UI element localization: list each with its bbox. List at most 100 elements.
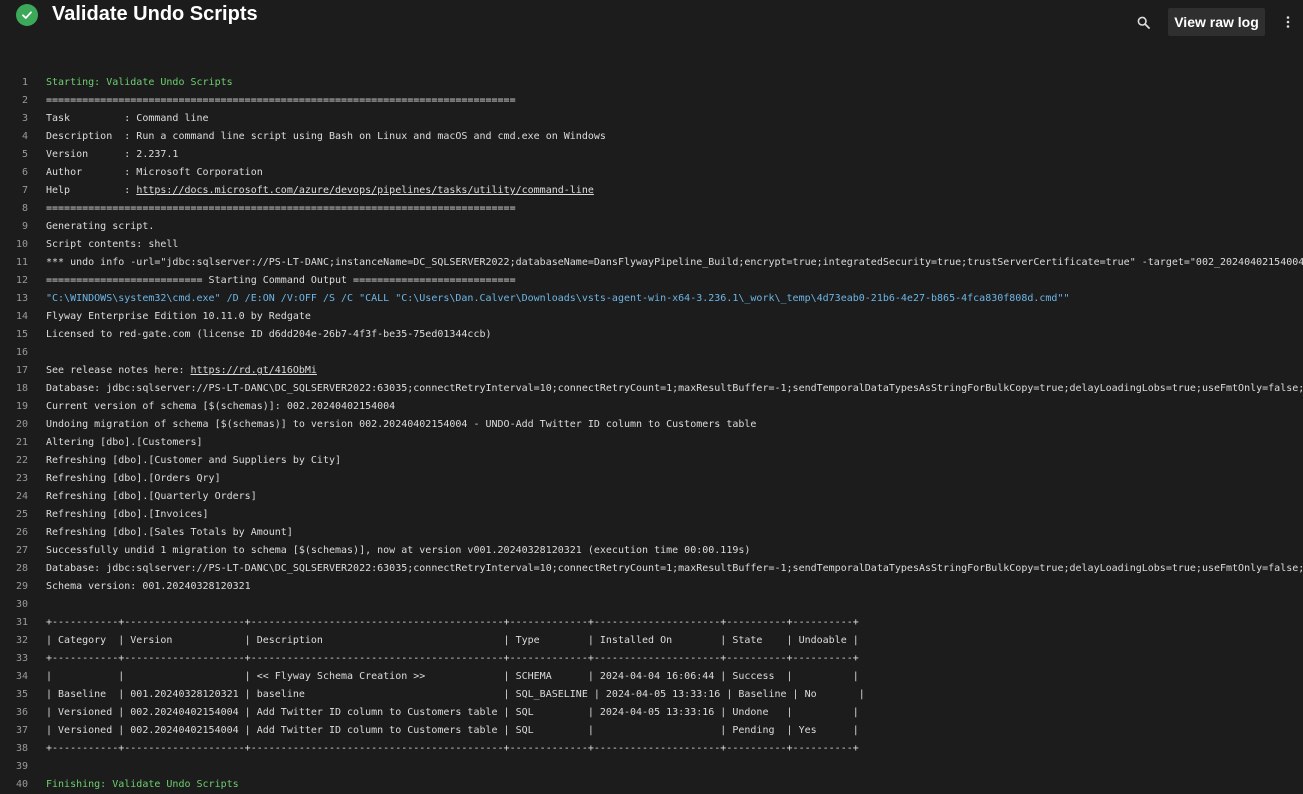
line-number: 3 [21,113,28,124]
line-number: 14 [15,311,28,322]
line-number: 32 [15,635,28,646]
line-number: 23 [15,473,28,484]
log-line: 2 =======================================… [0,92,1303,110]
line-number: 7 [21,185,28,196]
log-text: Refreshing [dbo].[Sales Totals by Amount… [46,527,293,538]
search-icon [1137,16,1150,29]
log-text: Licensed to red-gate.com (license ID d6d… [46,329,492,340]
line-number: 29 [15,581,28,592]
log-text: Successfully undid 1 migration to schema… [46,545,751,556]
line-number: 22 [15,455,28,466]
log-text: | Baseline | 001.20240328120321 | baseli… [46,689,865,700]
log-text: Flyway Enterprise Edition 10.11.0 by Red… [46,311,311,322]
log-text: Generating script. [46,221,155,232]
log-line: 15 Licensed to red-gate.com (license ID d… [0,326,1303,344]
log-line: 29 Schema version: 001.20240328120321 [0,578,1303,596]
line-number: 8 [21,203,28,214]
log-link[interactable]: https://docs.microsoft.com/azure/devops/… [136,185,594,196]
line-number: 19 [15,401,28,412]
log-line: 10 Script contents: shell [0,236,1303,254]
log-text: | Versioned | 002.20240402154004 | Add T… [46,707,859,718]
log-line: 32 | Category | Version | Description | T… [0,632,1303,650]
line-number: 10 [15,239,28,250]
line-number: 16 [15,347,28,358]
log-text: Author : Microsoft Corporation [46,167,263,178]
log-line: 11 *** undo info -url="jdbc:sqlserver://P… [0,254,1303,272]
log-line: 23 Refreshing [dbo].[Orders Qry] [0,470,1303,488]
check-circle-icon [16,4,38,26]
log-text: Refreshing [dbo].[Customer and Suppliers… [46,455,342,466]
log-line: 35 | Baseline | 001.20240328120321 | base… [0,686,1303,704]
log-line: 13 "C:\WINDOWS\system32\cmd.exe" /D /E:ON… [0,290,1303,308]
line-number: 12 [15,275,28,286]
line-number: 38 [15,743,28,754]
log-line: 31 +-----------+--------------------+----… [0,614,1303,632]
line-number: 36 [15,707,28,718]
log-text: | Versioned | 002.20240402154004 | Add T… [46,725,859,736]
log-text: Finishing: Validate Undo Scripts [46,779,239,790]
log-text: +-----------+--------------------+------… [46,743,859,754]
log-line: 28 Database: jdbc:sqlserver://PS-LT-DANC\… [0,560,1303,578]
log-line: 8 =======================================… [0,200,1303,218]
line-number: 1 [21,77,28,88]
view-raw-log-button[interactable]: View raw log [1168,8,1265,36]
log-header: Validate Undo Scripts View raw log [0,0,1303,44]
log-text: Database: jdbc:sqlserver://PS-LT-DANC\DC… [46,383,1303,394]
log-text: Task : Command line [46,113,209,124]
log-output: 1 Starting: Validate Undo Scripts 2 =======… [0,74,1303,794]
log-text: +-----------+--------------------+------… [46,653,859,664]
line-number: 13 [15,293,28,304]
line-number: 26 [15,527,28,538]
line-number: 27 [15,545,28,556]
log-line: 24 Refreshing [dbo].[Quarterly Orders] [0,488,1303,506]
log-line: 1 Starting: Validate Undo Scripts [0,74,1303,92]
log-text: ========================================… [46,203,516,214]
log-line: 25 Refreshing [dbo].[Invoices] [0,506,1303,524]
log-text: Starting: Validate Undo Scripts [46,77,233,88]
log-line: 3 Task : Command line [0,110,1303,128]
line-number: 31 [15,617,28,628]
log-line: 38 +-----------+--------------------+----… [0,740,1303,758]
log-line: 18 Database: jdbc:sqlserver://PS-LT-DANC\… [0,380,1303,398]
line-number: 37 [15,725,28,736]
line-number: 25 [15,509,28,520]
log-line: 16 [0,344,1303,362]
log-text: ========================== Starting Comm… [46,275,516,286]
log-line: 33 +-----------+--------------------+----… [0,650,1303,668]
log-text: "C:\WINDOWS\system32\cmd.exe" /D /E:ON /… [46,293,1070,304]
log-line: 17 See release notes here: https://rd.gt/… [0,362,1303,380]
log-line: 7 Help : https://docs.microsoft.com/azure… [0,182,1303,200]
log-link[interactable]: https://rd.gt/416ObMi [191,365,317,376]
search-button[interactable] [1130,10,1156,34]
log-text: Description : Run a command line script … [46,131,606,142]
more-options-button[interactable] [1278,10,1298,34]
log-line: 5 Version : 2.237.1 [0,146,1303,164]
log-text: Script contents: shell [46,239,179,250]
line-number: 20 [15,419,28,430]
log-text: Undoing migration of schema [$(schemas)]… [46,419,757,430]
line-number: 9 [21,221,28,232]
line-number: 24 [15,491,28,502]
page-title: Validate Undo Scripts [52,3,258,25]
line-number: 34 [15,671,28,682]
line-number: 5 [21,149,28,160]
log-line: 37 | Versioned | 002.20240402154004 | Add… [0,722,1303,740]
line-number: 11 [15,257,28,268]
line-number: 2 [21,95,28,106]
log-line: 26 Refreshing [dbo].[Sales Totals by Amou… [0,524,1303,542]
line-number: 6 [21,167,28,178]
log-line: 19 Current version of schema [$(schemas)]… [0,398,1303,416]
log-text: Refreshing [dbo].[Quarterly Orders] [46,491,257,502]
log-text: Refreshing [dbo].[Orders Qry] [46,473,221,484]
log-text: Help : https://docs.microsoft.com/azure/… [46,185,594,196]
log-line: 39 [0,758,1303,776]
line-number: 40 [15,779,28,790]
log-text: | Category | Version | Description | Typ… [46,635,859,646]
log-line: 30 [0,596,1303,614]
log-text: Version : 2.237.1 [46,149,179,160]
log-text: Altering [dbo].[Customers] [46,437,203,448]
log-line: 14 Flyway Enterprise Edition 10.11.0 by R… [0,308,1303,326]
log-line: 27 Successfully undid 1 migration to sche… [0,542,1303,560]
log-text: +-----------+--------------------+------… [46,617,859,628]
log-line: 21 Altering [dbo].[Customers] [0,434,1303,452]
